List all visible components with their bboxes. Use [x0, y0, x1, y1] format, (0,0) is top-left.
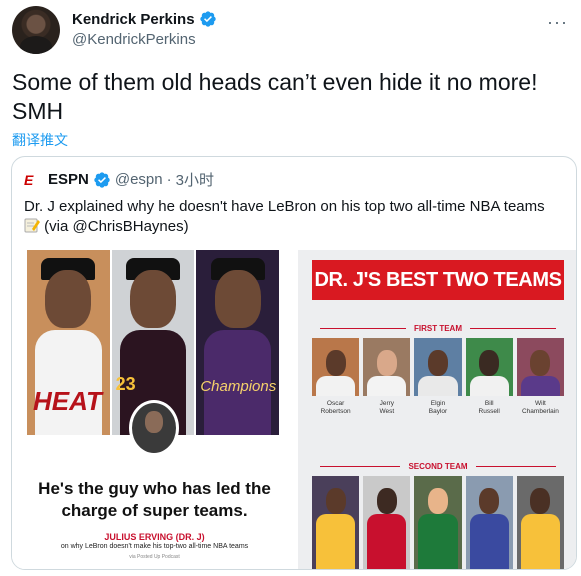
dr-j-portrait [129, 400, 179, 456]
player-photo [465, 338, 513, 396]
left-image[interactable]: HEAT 23 Champions He's the guy who has l… [12, 250, 297, 569]
verified-badge-icon [199, 11, 216, 27]
photo-lakers: Champions [196, 250, 280, 435]
quoted-display-name: ESPN [48, 171, 89, 188]
player-card [465, 476, 513, 569]
player-photo [414, 338, 462, 396]
quoted-text: Dr. J explained why he doesn't have LeBr… [24, 197, 564, 237]
quote-attribution-sub: on why LeBron doesn't make his top-two a… [60, 543, 249, 550]
first-team-header: FIRST TEAM [312, 324, 564, 333]
player-card [363, 476, 411, 569]
player-card [516, 476, 565, 569]
player-card: Jerry West [363, 338, 411, 416]
espn-logo-icon: E [24, 170, 42, 189]
player-card [312, 476, 360, 569]
player-name: Jerry West [379, 400, 395, 415]
player-photo [363, 338, 411, 396]
player-card [414, 476, 462, 569]
quoted-timestamp: 3小时 [175, 172, 214, 189]
pull-quote: He's the guy who has led the charge of s… [38, 479, 271, 520]
right-image[interactable]: DR. J'S BEST TWO TEAMS FIRST TEAM Oscar R… [298, 250, 576, 569]
quote-attribution: JULIUS ERVING (DR. J) [104, 532, 205, 542]
quoted-tweet[interactable]: E ESPN @espn · 3小时 Dr. J explained why h… [11, 156, 577, 570]
second-team-header: SECOND TEAM [312, 462, 564, 471]
player-photo [363, 476, 411, 569]
tweet-text: Some of them old heads can’t even hide i… [12, 69, 538, 124]
player-name: Wilt Chamberlain [521, 400, 559, 415]
quote-source: via Posted Up Podcast [129, 554, 180, 560]
player-photo [312, 338, 360, 396]
quoted-media[interactable]: HEAT 23 Champions He's the guy who has l… [12, 250, 576, 569]
photo-label: Champions [200, 378, 277, 395]
player-photo [414, 476, 462, 569]
graphic-title: DR. J'S BEST TWO TEAMS [312, 260, 564, 300]
first-team-row: Oscar Robertson Jerry West Elgin Baylor Bil… [312, 338, 565, 416]
quoted-text-main: Dr. J explained why he doesn't have LeBr… [24, 198, 545, 215]
quoted-text-suffix: (via @ChrisBHaynes) [44, 218, 189, 235]
avatar[interactable] [12, 6, 60, 54]
quoted-tweet-header: E ESPN @espn · 3小时 [24, 169, 214, 190]
player-photo [312, 476, 360, 569]
memo-pencil-icon [24, 218, 40, 233]
player-card: Wilt Chamberlain [516, 338, 565, 416]
photo-heat: HEAT [27, 250, 110, 435]
player-photo [516, 476, 565, 569]
player-photo [465, 476, 513, 569]
player-photo [516, 338, 565, 396]
author-display-name[interactable]: Kendrick Perkins [72, 11, 195, 28]
photo-label: HEAT [33, 386, 102, 416]
more-icon[interactable]: ··· [547, 12, 568, 33]
player-card: Oscar Robertson [312, 338, 360, 416]
photo-label: 23 [115, 374, 136, 394]
separator-dot: · [166, 171, 172, 188]
player-name: Bill Russell [478, 400, 500, 415]
player-name: Elgin Baylor [428, 400, 448, 415]
verified-badge-icon [94, 171, 110, 188]
quoted-handle: @espn [114, 171, 163, 188]
player-card: Elgin Baylor [414, 338, 462, 416]
tweet-header: Kendrick Perkins @KendrickPerkins ··· [12, 6, 572, 56]
player-card: Bill Russell [465, 338, 513, 416]
author-handle[interactable]: @KendrickPerkins [72, 31, 196, 48]
second-team-row [312, 476, 565, 569]
translate-tweet-link[interactable]: 翻译推文 [12, 130, 68, 150]
author-name-row[interactable]: Kendrick Perkins [72, 10, 217, 28]
player-name: Oscar Robertson [320, 400, 351, 415]
